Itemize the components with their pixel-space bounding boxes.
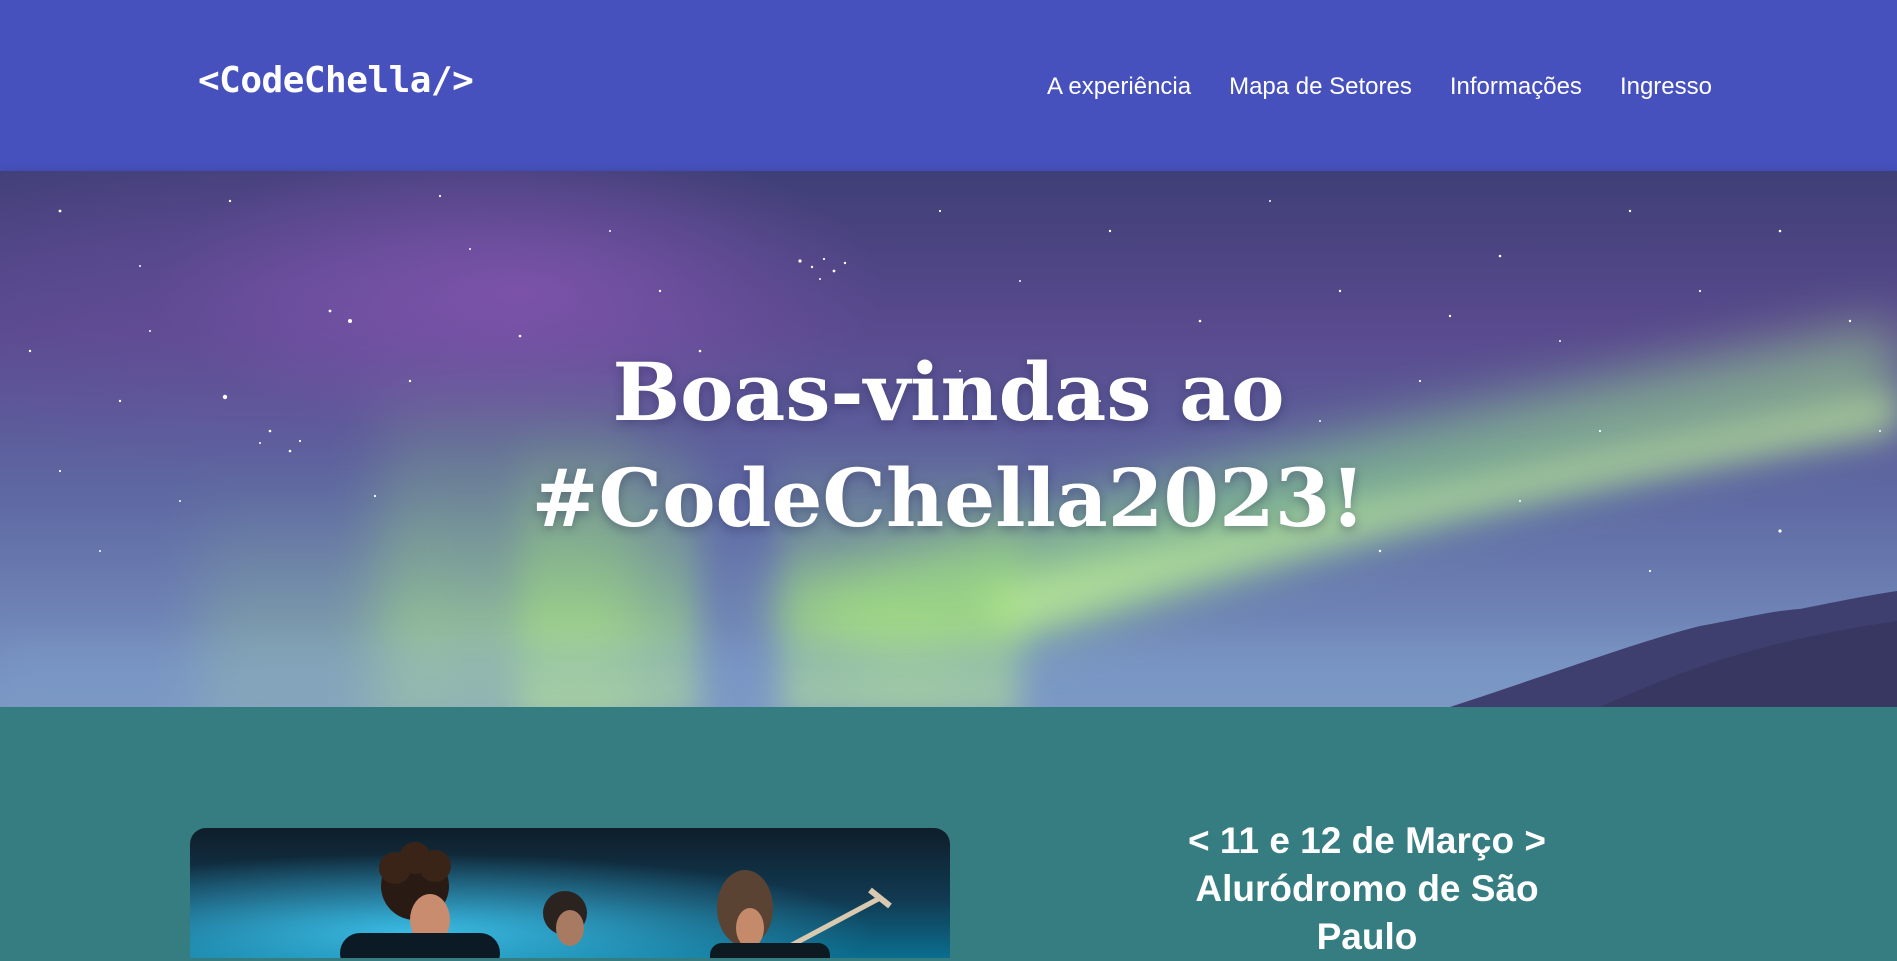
nav-link-ingresso[interactable]: Ingresso — [1620, 70, 1712, 104]
nav-link-informacoes[interactable]: Informações — [1450, 70, 1582, 104]
site-header: <CodeChella/> A experiência Mapa de Seto… — [0, 0, 1897, 171]
hero-banner: Boas-vindas ao #CodeChella2023! — [0, 171, 1897, 707]
event-info-section: < 11 e 12 de Março > Aluródromo de São P… — [0, 707, 1897, 958]
concert-photo — [190, 828, 950, 958]
hero-title-line-1: Boas-vindas ao — [612, 345, 1285, 439]
nav-link-mapa-de-setores[interactable]: Mapa de Setores — [1229, 70, 1412, 104]
hero-title: Boas-vindas ao #CodeChella2023! — [0, 339, 1897, 551]
event-venue-line-2: Paulo — [1316, 916, 1418, 957]
event-date: < 11 e 12 de Março > — [1188, 820, 1546, 861]
event-venue-line-1: Aluródromo de São — [1195, 868, 1539, 909]
main-nav: A experiência Mapa de Setores Informaçõe… — [1047, 70, 1712, 104]
site-logo[interactable]: <CodeChella/> — [198, 58, 474, 104]
hero-title-line-2: #CodeChella2023! — [531, 451, 1366, 545]
nav-link-experiencia[interactable]: A experiência — [1047, 70, 1191, 104]
band-on-stage-image — [190, 828, 950, 958]
event-date-venue: < 11 e 12 de Março > Aluródromo de São P… — [1120, 817, 1614, 961]
